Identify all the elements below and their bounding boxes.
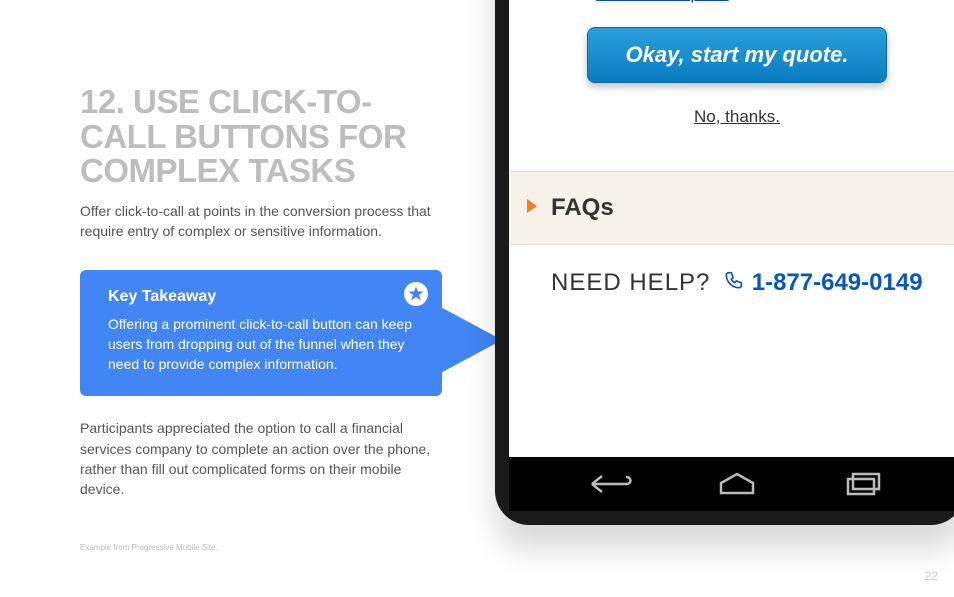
chevron-right-icon xyxy=(527,199,537,213)
key-takeaway-callout: Key Takeaway Offering a prominent click-… xyxy=(80,270,442,397)
android-nav-bar xyxy=(509,457,954,511)
faqs-label: FAQs xyxy=(551,194,614,221)
home-icon[interactable] xyxy=(711,471,763,497)
callout-title: Key Takeaway xyxy=(108,288,414,306)
star-icon xyxy=(404,282,428,306)
need-help-row: NEED HELP? 1-877-649-0149 xyxy=(509,245,954,321)
disclosure-text: Please review our Privacy Policy and inf… xyxy=(509,0,954,7)
intro-paragraph: Offer click-to-call at points in the con… xyxy=(80,201,435,242)
phone-icon xyxy=(723,269,743,293)
start-quote-button[interactable]: Okay, start my quote. xyxy=(587,27,887,83)
section-heading: 12. USE CLICK-TO-CALL BUTTONS FOR COMPLE… xyxy=(80,85,435,189)
click-to-call-number[interactable]: 1-877-649-0149 xyxy=(752,269,923,296)
phone-mockup: Please review our Privacy Policy and inf… xyxy=(495,0,954,525)
faqs-row[interactable]: FAQs xyxy=(509,172,954,245)
recent-apps-icon[interactable] xyxy=(836,471,888,497)
no-thanks-link[interactable]: No, thanks. xyxy=(694,107,780,127)
followup-paragraph: Participants appreciated the option to c… xyxy=(80,418,435,499)
callout-body: Offering a prominent click-to-call butto… xyxy=(108,314,414,375)
disclosure-suffix: . xyxy=(729,0,734,3)
page-number: 22 xyxy=(925,569,938,583)
phone-screen: Please review our Privacy Policy and inf… xyxy=(509,0,954,457)
consumer-reports-link[interactable]: consumer reports xyxy=(596,0,729,3)
image-credit: Example from Progressive Mobile Site. xyxy=(80,543,218,552)
back-icon[interactable] xyxy=(586,471,638,497)
need-help-label: NEED HELP? xyxy=(551,269,710,296)
